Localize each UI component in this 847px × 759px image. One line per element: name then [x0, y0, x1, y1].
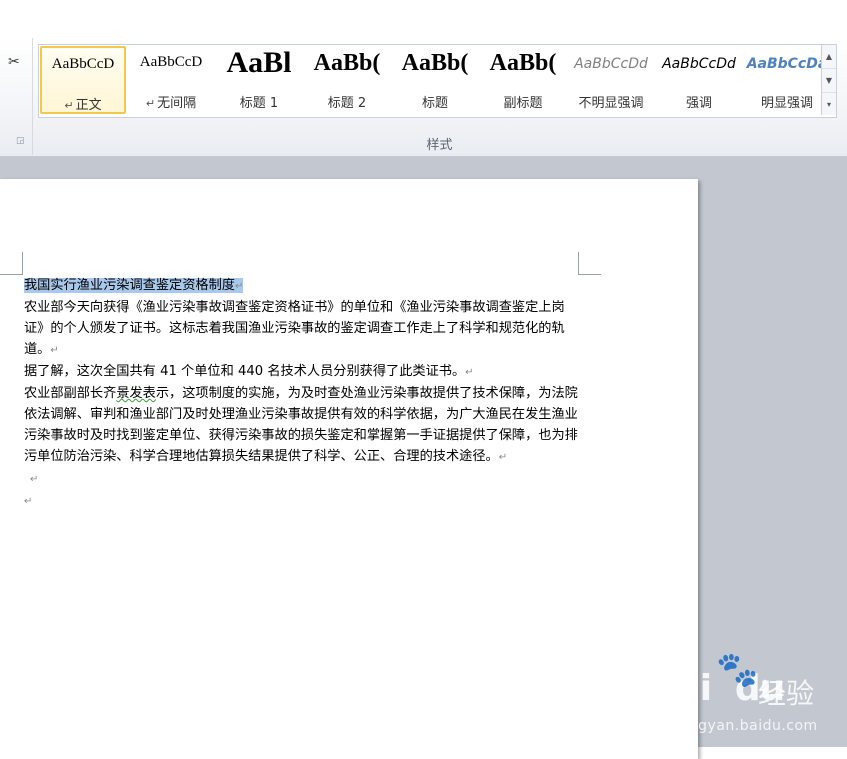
- style-sample: AaBbCcDa: [746, 56, 828, 72]
- style-label: 不明显强调: [578, 96, 644, 111]
- style-item[interactable]: AaBbCcD ↵ 无间隔: [128, 46, 214, 114]
- crop-mark-top-left: [0, 252, 23, 275]
- para1-text: 农业部今天向获得《渔业污染事故调查鉴定资格证书》的单位和《渔业污染事故调查鉴定上…: [24, 300, 565, 357]
- style-item[interactable]: AaBbCcDd 强调: [656, 46, 742, 114]
- paragraph-mark: ↵: [30, 474, 39, 485]
- style-name: ↵ 无间隔: [128, 92, 214, 111]
- style-name: 标题 2: [304, 92, 390, 111]
- paragraph-mark: ↵: [465, 367, 474, 378]
- styles-group-label: 样式: [426, 138, 453, 153]
- style-label: 副标题: [503, 96, 543, 111]
- gallery-more-icon[interactable]: ▾: [822, 93, 836, 116]
- style-sample: AaBbCcD: [51, 56, 115, 72]
- watermark-url: jingyan.baidu.com: [680, 718, 818, 734]
- ribbon-styles-group: ✂ ◲ AaBbCcDa 明显强调 AaBbCcDd 强调 AaBbCcDd 不明显强调 A…: [0, 38, 847, 157]
- doc-paragraph-1[interactable]: 农业部今天向获得《渔业污染事故调查鉴定资格证书》的单位和《渔业污染事故调查鉴定上…: [24, 297, 580, 361]
- style-name: ↵ 正文: [42, 94, 124, 113]
- baidu-watermark: Baiodu 🐾 经验 jingyan.baidu.com: [650, 650, 840, 745]
- document-body[interactable]: 我国实行渔业污染调查鉴定资格制度↵ 农业部今天向获得《渔业污染事故调查鉴定资格证…: [24, 275, 580, 512]
- para2-text: 据了解，这次全国共有 41 个单位和 440 名技术人员分别获得了此类证书。: [24, 364, 466, 379]
- style-item[interactable]: AaBbCcDa 明显强调: [744, 46, 830, 114]
- document-page[interactable]: 我国实行渔业污染调查鉴定资格制度↵ 农业部今天向获得《渔业污染事故调查鉴定资格证…: [0, 179, 698, 759]
- style-label: 标题: [421, 96, 448, 111]
- style-sample: AaBb(: [313, 50, 381, 76]
- style-name: 标题 1: [216, 92, 302, 111]
- watermark-text: 经验: [758, 677, 815, 710]
- style-item[interactable]: AaBb( 标题: [392, 46, 478, 114]
- paragraph-mark: ↵: [50, 345, 59, 356]
- style-label: 无间隔: [157, 96, 197, 111]
- empty-paragraph[interactable]: ↵: [24, 490, 580, 512]
- grammar-flag[interactable]: 景发表: [116, 386, 156, 401]
- clipboard-launcher-icon[interactable]: ◲: [16, 136, 25, 146]
- style-sample: AaBbCcDd: [662, 56, 736, 72]
- style-name: 副标题: [480, 92, 566, 111]
- crop-mark-top-right: [578, 252, 601, 275]
- selected-title: 我国实行渔业污染调查鉴定资格制度↵: [24, 278, 244, 293]
- style-sample: AaBb(: [489, 50, 557, 76]
- style-name: 明显强调: [744, 92, 830, 111]
- style-label: 正文: [75, 98, 102, 113]
- style-name: 强调: [656, 92, 742, 111]
- title-bar-area: [0, 0, 847, 39]
- style-sample: AaBb(: [401, 50, 469, 76]
- para3-start: 农业部副部长齐: [24, 386, 117, 401]
- style-label: 标题 2: [327, 96, 367, 111]
- style-label: 强调: [685, 96, 712, 111]
- style-sample: AaBbCcDd: [574, 56, 648, 72]
- paw-icon: 🐾: [716, 650, 759, 690]
- style-item[interactable]: AaBb( 标题 2: [304, 46, 390, 114]
- gallery-up-icon[interactable]: ▲: [822, 45, 836, 69]
- style-name: 标题: [392, 92, 478, 111]
- format-painter-icon[interactable]: ✂: [8, 54, 20, 70]
- paragraph-mark: ↵: [24, 496, 33, 507]
- gallery-down-icon[interactable]: ▼: [822, 69, 836, 93]
- doc-title: 我国实行渔业污染调查鉴定资格制度: [24, 278, 235, 293]
- empty-paragraph[interactable]: ↵: [24, 468, 580, 490]
- style-sample: AaBl: [226, 46, 292, 79]
- style-item[interactable]: AaBbCcD ↵ 正文: [40, 46, 126, 114]
- style-sample: AaBbCcD: [139, 54, 203, 70]
- style-item[interactable]: AaBl 标题 1: [216, 46, 302, 114]
- paragraph-mark-icon: ↵: [64, 99, 74, 112]
- doc-title-line[interactable]: 我国实行渔业污染调查鉴定资格制度↵: [24, 275, 580, 297]
- styles-gallery: AaBbCcDa 明显强调 AaBbCcDd 强调 AaBbCcDd 不明显强调 AaBb(…: [38, 44, 837, 118]
- paragraph-mark: ↵: [235, 281, 244, 292]
- paragraph-mark: ↵: [498, 452, 508, 463]
- clipboard-group-edge: ✂ ◲: [0, 38, 33, 155]
- style-label: 明显强调: [760, 96, 813, 111]
- style-name: 不明显强调: [568, 92, 654, 111]
- doc-paragraph-2[interactable]: 据了解，这次全国共有 41 个单位和 440 名技术人员分别获得了此类证书。↵: [24, 361, 580, 383]
- style-item[interactable]: AaBbCcDd 不明显强调: [568, 46, 654, 114]
- paragraph-mark-icon: ↵: [145, 97, 156, 110]
- gallery-scroll: ▲ ▼ ▾: [821, 45, 836, 115]
- doc-paragraph-3[interactable]: 农业部副部长齐景发表示，这项制度的实施，为及时查处渔业污染事故提供了技术保障，为…: [24, 383, 580, 468]
- style-item[interactable]: AaBb( 副标题: [480, 46, 566, 114]
- style-label: 标题 1: [239, 96, 279, 111]
